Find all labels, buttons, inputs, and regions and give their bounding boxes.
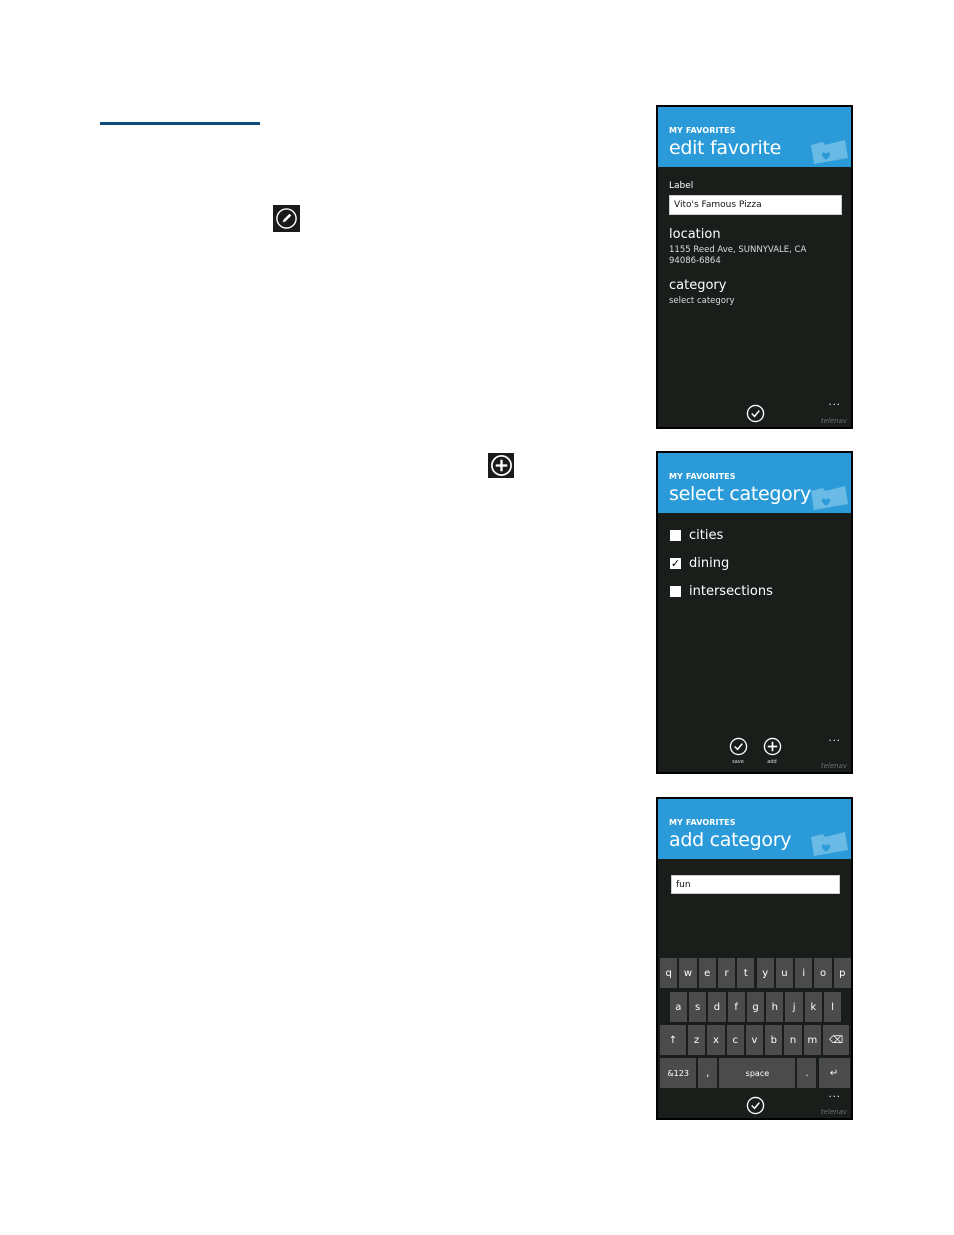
key-n[interactable]: n xyxy=(784,1025,802,1055)
key-y[interactable]: y xyxy=(756,958,774,988)
category-option-dining[interactable]: ✓ dining xyxy=(670,556,729,571)
add-button-label[interactable]: add xyxy=(760,759,784,765)
key-z[interactable]: z xyxy=(687,1025,706,1055)
category-name-input[interactable]: fun xyxy=(671,875,840,894)
key-r[interactable]: r xyxy=(717,958,736,988)
key-.[interactable]: . xyxy=(797,1058,817,1088)
key-↵[interactable]: ↵ xyxy=(818,1058,850,1088)
key-space[interactable]: space xyxy=(719,1058,796,1088)
option-label: cities xyxy=(689,528,724,543)
key-w[interactable]: w xyxy=(679,958,697,988)
check-icon[interactable] xyxy=(729,737,748,756)
key-↑[interactable]: ↑ xyxy=(660,1025,686,1055)
key-&123[interactable]: &123 xyxy=(660,1058,697,1088)
key-a[interactable]: a xyxy=(669,992,687,1022)
favorites-folder-icon xyxy=(811,140,848,164)
key-h[interactable]: h xyxy=(766,992,784,1022)
section-heading-rule xyxy=(100,122,260,125)
pencil-icon xyxy=(273,205,300,232)
checkbox-checked[interactable]: ✓ xyxy=(670,558,681,569)
more-button[interactable]: ... xyxy=(828,1090,841,1100)
key-v[interactable]: v xyxy=(745,1025,764,1055)
favorites-folder-icon xyxy=(811,832,848,856)
key-f[interactable]: f xyxy=(727,992,745,1022)
plus-icon[interactable] xyxy=(763,737,782,756)
save-button-label[interactable]: save xyxy=(726,759,750,765)
option-label: intersections xyxy=(689,584,773,599)
key-b[interactable]: b xyxy=(765,1025,783,1055)
page-title: edit favorite xyxy=(669,137,782,159)
location-heading: location xyxy=(669,227,721,242)
more-button[interactable]: ... xyxy=(828,398,841,408)
brand-logo: telenav xyxy=(820,1108,847,1116)
label-input[interactable]: Vito's Famous Pizza xyxy=(669,195,842,215)
key-g[interactable]: g xyxy=(746,992,765,1022)
brand-logo: telenav xyxy=(820,762,847,770)
page-header: MY FAVORITES select category xyxy=(658,453,851,513)
key-s[interactable]: s xyxy=(688,992,707,1022)
more-button[interactable]: ... xyxy=(828,734,841,744)
category-option-intersections[interactable]: intersections xyxy=(670,584,773,599)
key-e[interactable]: e xyxy=(698,958,716,988)
key-j[interactable]: j xyxy=(785,992,803,1022)
edit-favorite-screen: MY FAVORITES edit favorite Label Vito's … xyxy=(656,105,853,429)
key-m[interactable]: m xyxy=(803,1025,822,1055)
app-name: MY FAVORITES xyxy=(669,472,736,481)
category-value[interactable]: select category xyxy=(669,296,735,307)
page-title: select category xyxy=(669,483,811,505)
category-heading[interactable]: category xyxy=(669,278,726,293)
key-u[interactable]: u xyxy=(775,958,794,988)
key-x[interactable]: x xyxy=(707,1025,725,1055)
plus-circle-icon xyxy=(488,453,514,478)
key-q[interactable]: q xyxy=(660,958,678,988)
checkbox[interactable] xyxy=(670,586,681,597)
favorites-folder-icon xyxy=(811,486,848,510)
label-caption: Label xyxy=(669,181,694,191)
add-category-screen: MY FAVORITES add category fun qwertyuiop… xyxy=(656,797,853,1120)
key-c[interactable]: c xyxy=(726,1025,744,1055)
page-title: add category xyxy=(669,829,792,851)
key-l[interactable]: l xyxy=(824,992,842,1022)
brand-logo: telenav xyxy=(820,417,847,425)
app-name: MY FAVORITES xyxy=(669,818,736,827)
key-t[interactable]: t xyxy=(737,958,755,988)
key-,[interactable]: , xyxy=(698,1058,718,1088)
location-line-2: 94086-6864 xyxy=(669,256,721,266)
check-icon[interactable] xyxy=(746,1096,765,1115)
category-option-cities[interactable]: cities xyxy=(670,528,723,543)
key-⌫[interactable]: ⌫ xyxy=(823,1025,849,1055)
option-label: dining xyxy=(689,556,730,571)
key-k[interactable]: k xyxy=(804,992,823,1022)
location-line-1: 1155 Reed Ave, SUNNYVALE, CA xyxy=(669,245,807,255)
checkbox[interactable] xyxy=(670,530,681,541)
page-header: MY FAVORITES add category xyxy=(658,799,851,859)
check-icon[interactable] xyxy=(746,404,765,423)
select-category-screen: MY FAVORITES select category cities ✓ di… xyxy=(656,451,853,774)
key-o[interactable]: o xyxy=(814,958,832,988)
key-i[interactable]: i xyxy=(795,958,813,988)
app-name: MY FAVORITES xyxy=(669,126,736,135)
page-header: MY FAVORITES edit favorite xyxy=(658,107,851,167)
key-d[interactable]: d xyxy=(708,992,726,1022)
key-p[interactable]: p xyxy=(833,958,851,988)
